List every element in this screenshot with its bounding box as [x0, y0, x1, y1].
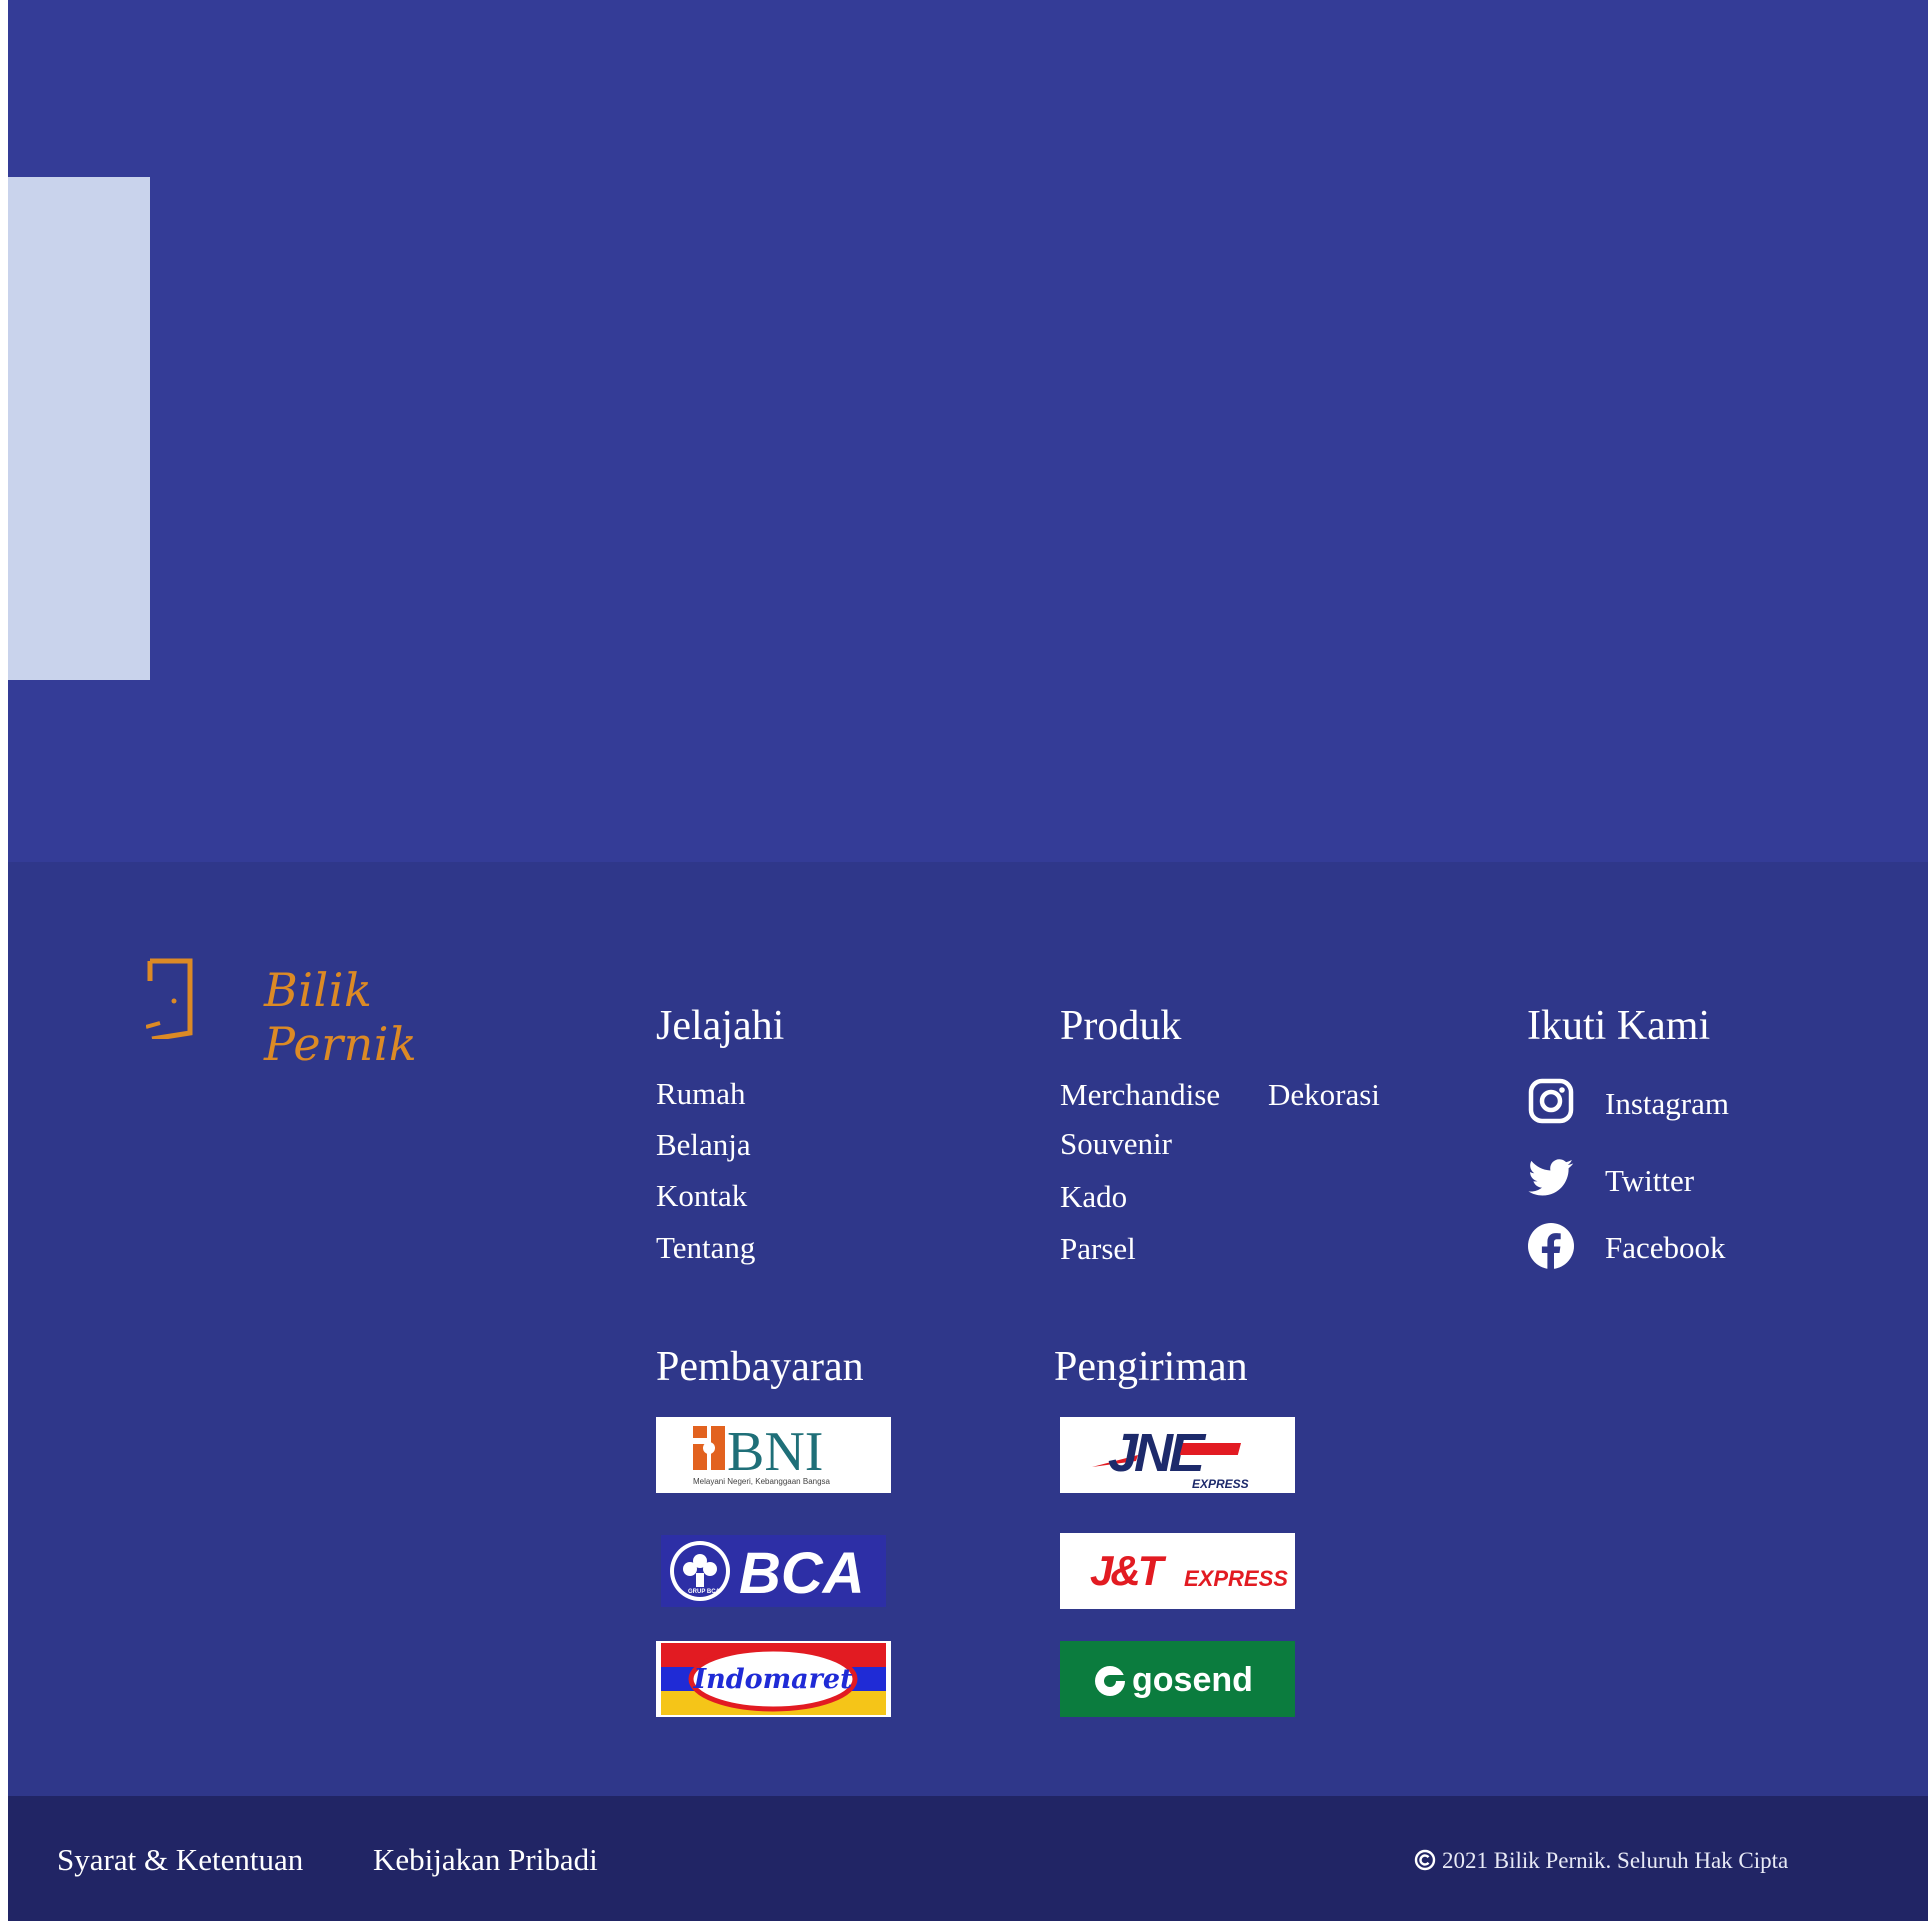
gosend-logo: gosend	[1060, 1641, 1295, 1717]
explore-title: Jelajahi	[656, 1003, 785, 1049]
site-footer: Bilik Pernik Jelajahi Rumah Belanja Kont…	[8, 862, 1928, 1796]
payment-title: Pembayaran	[656, 1344, 864, 1390]
bni-tagline: Melayani Negeri, Kebanggaan Bangsa	[693, 1477, 831, 1486]
copyright-notice: 2021 Bilik Pernik. Seluruh Hak Cipta	[1414, 1848, 1788, 1874]
shipping-title: Pengiriman	[1054, 1344, 1248, 1390]
jne-logo: JNE EXPRESS	[1060, 1417, 1295, 1493]
copyright-icon	[1414, 1849, 1436, 1871]
jne-tagline: EXPRESS	[1192, 1477, 1249, 1491]
jnt-logo: J&T EXPRESS	[1060, 1533, 1295, 1609]
bottom-bar: Syarat & Ketentuan Kebijakan Pribadi 202…	[8, 1796, 1928, 1921]
bni-wordmark: BNI	[727, 1421, 823, 1483]
link-merchandise[interactable]: Merchandise	[1060, 1077, 1220, 1113]
link-kontak[interactable]: Kontak	[656, 1178, 747, 1214]
instagram-icon[interactable]	[1527, 1077, 1575, 1125]
social-title: Ikuti Kami	[1527, 1003, 1711, 1049]
copyright-text: 2021 Bilik Pernik. Seluruh Hak Cipta	[1442, 1848, 1789, 1873]
bca-wordmark: BCA	[739, 1541, 865, 1606]
bca-logo: GRUP BCA BCA	[656, 1533, 891, 1609]
brand-logo[interactable]: Bilik Pernik	[146, 957, 526, 1071]
jnt-tagline: EXPRESS	[1184, 1566, 1288, 1591]
link-parsel[interactable]: Parsel	[1060, 1231, 1136, 1267]
link-belanja[interactable]: Belanja	[656, 1127, 751, 1163]
link-souvenir[interactable]: Souvenir	[1060, 1126, 1172, 1162]
facebook-link[interactable]: Facebook	[1605, 1230, 1726, 1266]
products-title: Produk	[1060, 1003, 1182, 1049]
terms-link[interactable]: Syarat & Ketentuan	[57, 1842, 303, 1878]
door-icon	[146, 958, 193, 1039]
bni-logo: BNI Melayani Negeri, Kebanggaan Bangsa	[656, 1417, 891, 1493]
jnt-wordmark: J&T	[1090, 1547, 1167, 1594]
instagram-link[interactable]: Instagram	[1605, 1086, 1729, 1122]
link-rumah[interactable]: Rumah	[656, 1076, 746, 1112]
hero-section	[8, 0, 1928, 862]
twitter-icon[interactable]	[1527, 1154, 1575, 1202]
link-kado[interactable]: Kado	[1060, 1179, 1127, 1215]
indomaret-logo: Indomaret	[656, 1641, 891, 1717]
brand-name: Bilik Pernik	[264, 963, 418, 1071]
link-tentang[interactable]: Tentang	[656, 1230, 755, 1266]
facebook-icon[interactable]	[1527, 1222, 1575, 1270]
bca-tagline: GRUP BCA	[688, 1589, 721, 1595]
indomaret-wordmark: Indomaret	[692, 1664, 853, 1695]
twitter-link[interactable]: Twitter	[1605, 1163, 1694, 1199]
gosend-wordmark: gosend	[1132, 1661, 1253, 1699]
privacy-link[interactable]: Kebijakan Pribadi	[373, 1842, 598, 1878]
link-dekorasi[interactable]: Dekorasi	[1268, 1077, 1380, 1113]
hero-image-placeholder	[8, 177, 150, 680]
